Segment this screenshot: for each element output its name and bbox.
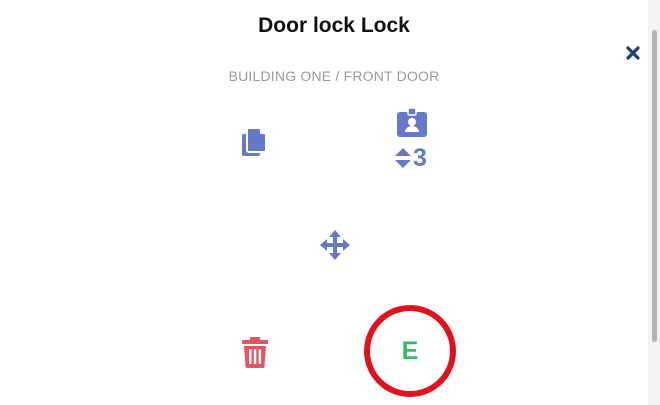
- badge-count-button[interactable]: 3: [392, 108, 432, 174]
- e-button[interactable]: E: [364, 305, 456, 397]
- badge-count: 3: [413, 144, 427, 172]
- copy-button[interactable]: [236, 124, 272, 160]
- trash-icon: [242, 337, 268, 368]
- sort-icon: [395, 148, 411, 168]
- delete-button[interactable]: [238, 334, 272, 370]
- breadcrumb: BUILDING ONE / FRONT DOOR: [228, 68, 440, 84]
- id-badge-icon: [397, 108, 427, 137]
- close-icon: [626, 46, 640, 60]
- move-icon: [320, 230, 350, 260]
- dialog-title: Door lock Lock: [258, 14, 410, 37]
- scrollbar[interactable]: [652, 30, 657, 342]
- close-button[interactable]: [622, 42, 644, 64]
- copy-icon: [242, 127, 267, 156]
- move-button[interactable]: [318, 228, 352, 262]
- dialog: Door lock Lock BUILDING ONE / FRONT DOOR…: [0, 0, 648, 405]
